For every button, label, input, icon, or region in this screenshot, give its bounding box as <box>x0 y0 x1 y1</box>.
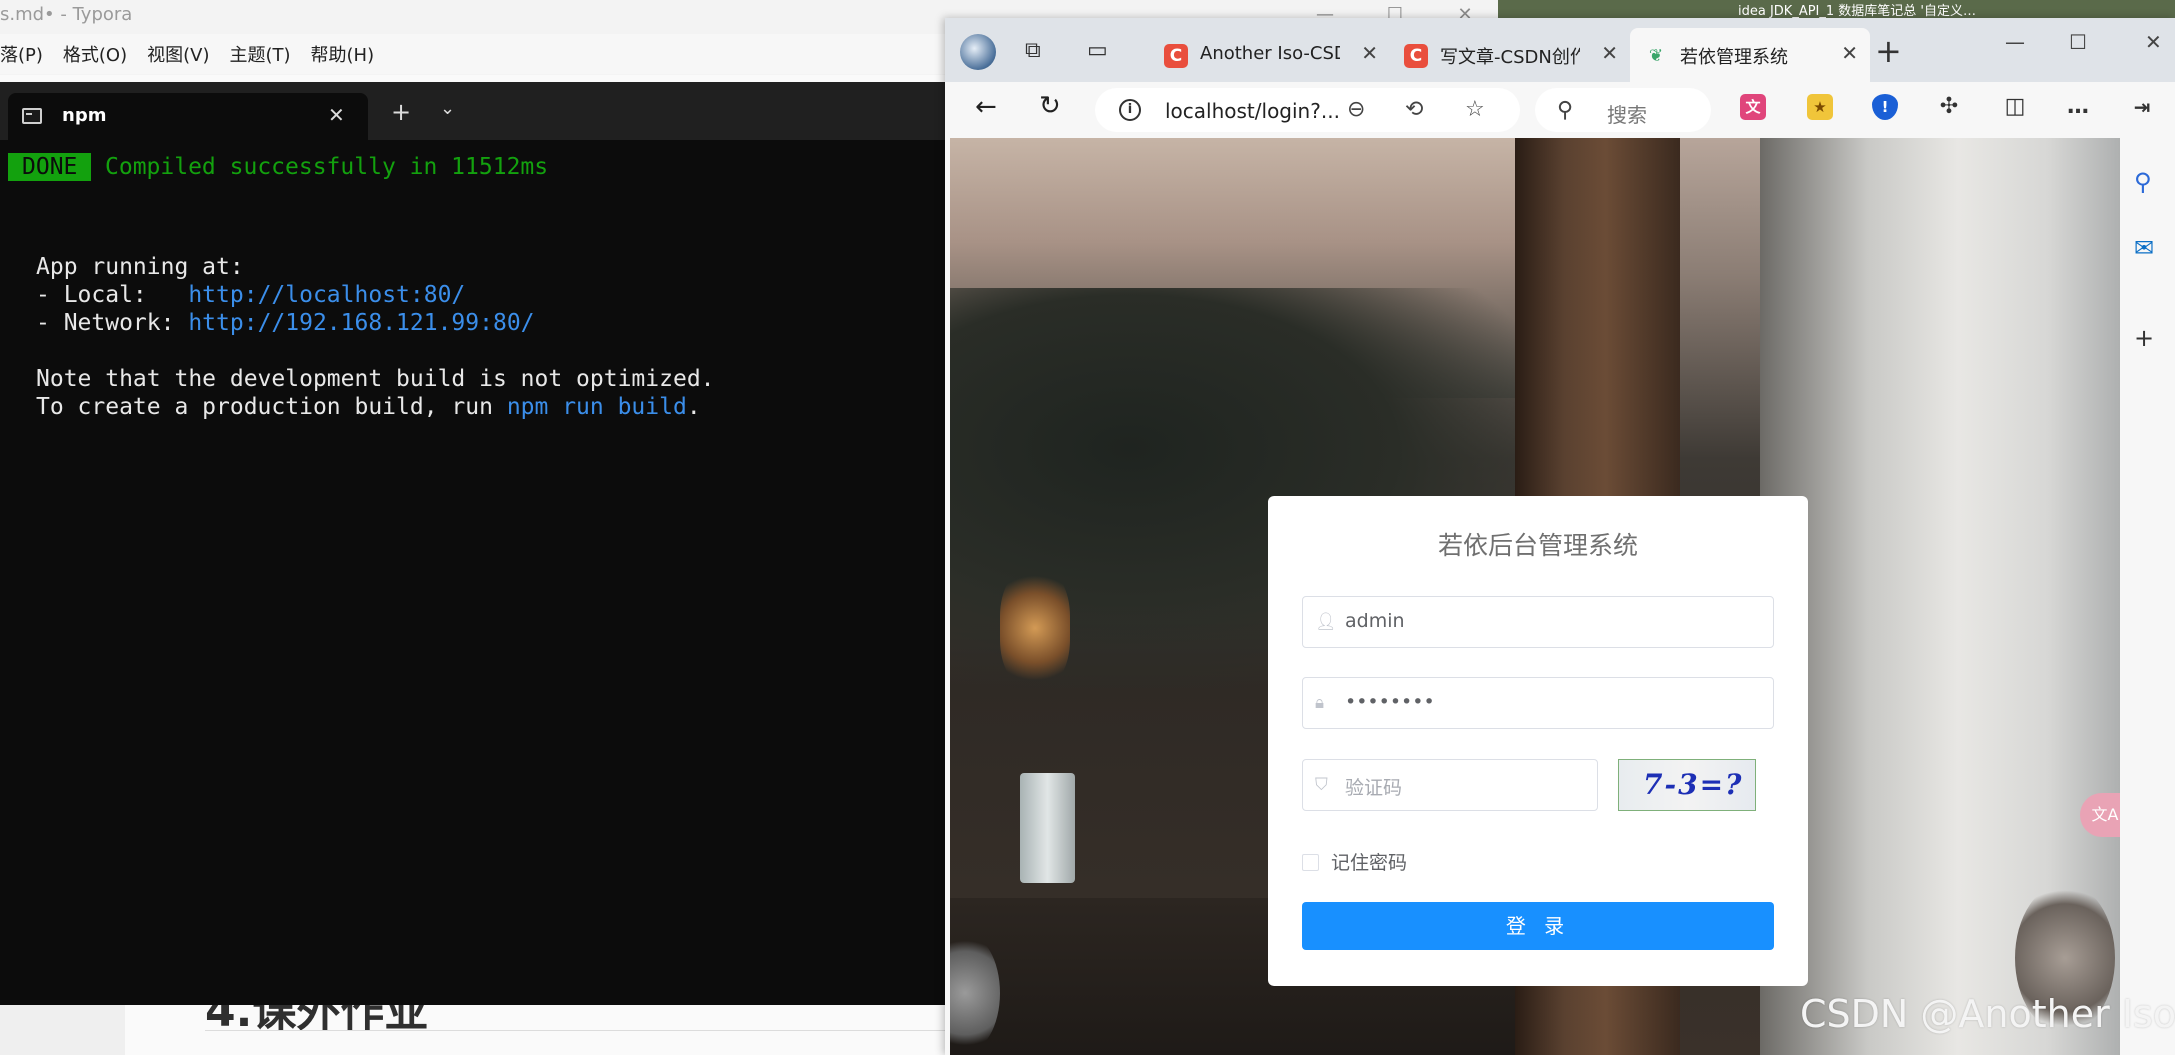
user-icon: 👤︎ <box>1315 612 1337 632</box>
tab-label: Another Iso-CSDN <box>1200 43 1340 64</box>
note-line: Note that the development build is not o… <box>36 366 715 392</box>
menu-help[interactable]: 帮助(H) <box>311 41 375 67</box>
shield-check-icon: ⛉ <box>1315 775 1328 795</box>
local-line: - Local: http://localhost:80/ <box>36 281 465 309</box>
reload-icon[interactable]: ↻ <box>1039 91 1061 121</box>
network-url[interactable]: http://192.168.121.99:80/ <box>188 310 534 336</box>
background-photo-lamp <box>1000 568 1070 688</box>
captcha-text: 7-3=? <box>1643 768 1744 801</box>
collections-icon[interactable]: ⧉ <box>1025 38 1041 63</box>
network-line: - Network: http://192.168.121.99:80/ <box>36 309 535 337</box>
translate-float-icon[interactable]: 文A <box>2080 793 2120 837</box>
search-icon: ⚲ <box>1557 98 1574 123</box>
address-bar[interactable]: i localhost/login?... ⊖ ⟲ ☆ <box>1095 88 1520 132</box>
minimize-icon[interactable]: — <box>2005 30 2025 54</box>
favorite-star-icon[interactable]: ☆ <box>1465 97 1485 122</box>
close-icon[interactable]: ✕ <box>1841 41 1858 65</box>
local-label: - Local: <box>36 282 189 308</box>
login-form: 若依后台管理系统 👤︎ admin 🔒︎ •••••••• ⛉ 验证码 7-3=… <box>1268 496 1808 986</box>
create-prefix: To create a production build, run <box>36 394 507 420</box>
desktop-icons-text: idea JDK_API_1 数据库笔记总 '自定义… <box>1738 4 1977 19</box>
captcha-placeholder: 验证码 <box>1345 777 1403 799</box>
network-label: - Network: <box>36 310 189 336</box>
done-badge: DONE <box>8 153 92 181</box>
site-info-icon[interactable]: i <box>1119 99 1141 121</box>
terminal-tab-npm[interactable]: npm ✕ <box>8 93 368 140</box>
background-photo-cup <box>1020 773 1075 883</box>
chevron-down-icon[interactable]: ⌄ <box>440 98 455 119</box>
lock-icon: 🔒︎ <box>1315 693 1325 713</box>
browser-tabstrip: ⧉ ▭ C Another Iso-CSDN ✕ C 写文章-CSDN创作 ✕ … <box>945 18 2175 82</box>
outlook-icon[interactable]: ✉ <box>2134 234 2154 262</box>
terminal-window: npm ✕ + ⌄ DONE Compiled successfully in … <box>0 82 945 1005</box>
build-command: npm run build <box>506 394 687 420</box>
menu-theme[interactable]: 主题(T) <box>229 41 290 67</box>
csdn-watermark: CSDN @Another Iso <box>1800 992 2175 1036</box>
terminal-output[interactable]: DONE Compiled successfully in 11512ms Ap… <box>0 140 945 1005</box>
zoom-out-icon[interactable]: ⊖ <box>1347 97 1365 122</box>
heading-divider <box>205 1030 945 1031</box>
app-running-line: App running at: <box>36 254 244 280</box>
shield-icon[interactable]: ! <box>1872 94 1898 120</box>
menu-paragraph[interactable]: 落(P) <box>0 41 43 67</box>
login-button[interactable]: 登 录 <box>1302 902 1774 950</box>
compiled-message: Compiled successfully in 11512ms <box>105 154 549 180</box>
password-value: •••••••• <box>1345 691 1435 713</box>
extensions-puzzle-icon[interactable]: ✣ <box>1936 94 1962 120</box>
local-url[interactable]: http://localhost:80/ <box>188 282 465 308</box>
tab-label: 若依管理系统 <box>1680 47 1788 68</box>
login-title: 若依后台管理系统 <box>1437 531 1638 560</box>
close-icon[interactable]: ✕ <box>328 103 345 127</box>
tab-actions-icon[interactable]: ▭ <box>1087 38 1108 63</box>
captcha-image[interactable]: 7-3=? <box>1618 759 1756 811</box>
desktop-background: idea JDK_API_1 数据库笔记总 '自定义… <box>1498 0 2175 20</box>
browser-toolbar: ← ↻ i localhost/login?... ⊖ ⟲ ☆ ⚲ 搜索 文 ★… <box>945 82 2175 138</box>
close-icon[interactable]: ✕ <box>1361 41 1378 65</box>
immersive-reader-icon[interactable]: ⟲ <box>1405 97 1423 122</box>
search-placeholder: 搜索 <box>1607 103 1647 127</box>
csdn-favicon-icon: C <box>1164 44 1188 68</box>
terminal-tabbar: npm ✕ + ⌄ <box>0 82 945 140</box>
terminal-icon <box>22 108 42 124</box>
tab-label: 写文章-CSDN创作 <box>1440 47 1580 68</box>
csdn-favicon-icon: C <box>1404 44 1428 68</box>
menu-view[interactable]: 视图(V) <box>147 41 209 67</box>
more-menu-icon[interactable]: … <box>2065 94 2091 120</box>
leaf-favicon-icon: ❦ <box>1648 46 1664 66</box>
translate-extension-icon[interactable]: 文 <box>1740 94 1766 120</box>
new-tab-plus-icon[interactable]: + <box>1875 32 1902 70</box>
tab-another-iso[interactable]: C Another Iso-CSDN ✕ <box>1150 28 1390 82</box>
username-value: admin <box>1345 610 1405 632</box>
terminal-tab-label: npm <box>62 105 107 126</box>
address-text: localhost/login?... <box>1165 99 1340 123</box>
page-viewport: 若依后台管理系统 👤︎ admin 🔒︎ •••••••• ⛉ 验证码 7-3=… <box>950 138 2120 1055</box>
profile-avatar[interactable] <box>960 34 996 70</box>
new-tab-plus-icon[interactable]: + <box>391 98 411 126</box>
add-sidebar-app-plus-icon[interactable]: + <box>2134 324 2154 352</box>
close-icon[interactable]: ✕ <box>1601 41 1618 65</box>
tab-write-article[interactable]: C 写文章-CSDN创作 ✕ <box>1390 28 1630 82</box>
menu-format[interactable]: 格式(O) <box>63 41 127 67</box>
remember-label: 记住密码 <box>1331 852 1408 874</box>
search-icon[interactable]: ⚲ <box>2134 168 2152 196</box>
captcha-field[interactable]: ⛉ 验证码 <box>1302 759 1598 811</box>
maximize-icon[interactable]: ☐ <box>2069 30 2087 54</box>
browser-sidebar: ⚲ ✉ + <box>2120 138 2175 1055</box>
password-field[interactable]: 🔒︎ •••••••• <box>1302 677 1774 729</box>
typora-title: s.md• - Typora <box>0 4 133 25</box>
remember-password-checkbox[interactable]: 记住密码 <box>1302 848 1407 875</box>
create-line: To create a production build, run npm ru… <box>36 393 701 421</box>
search-box[interactable]: ⚲ 搜索 <box>1535 88 1711 132</box>
back-arrow-icon[interactable]: ← <box>975 92 997 122</box>
checkbox-box[interactable] <box>1302 854 1319 871</box>
sidebar-toggle-icon[interactable]: ⇥ <box>2129 94 2155 120</box>
extension-icon[interactable]: ★ <box>1807 94 1833 120</box>
create-suffix: . <box>686 394 701 420</box>
browser-window: ⧉ ▭ C Another Iso-CSDN ✕ C 写文章-CSDN创作 ✕ … <box>945 18 2175 1055</box>
split-screen-icon[interactable]: ◫ <box>2002 94 2028 120</box>
username-field[interactable]: 👤︎ admin <box>1302 596 1774 648</box>
tab-ruoyi[interactable]: ❦ 若依管理系统 ✕ <box>1630 28 1870 82</box>
close-icon[interactable]: ✕ <box>2145 30 2162 54</box>
